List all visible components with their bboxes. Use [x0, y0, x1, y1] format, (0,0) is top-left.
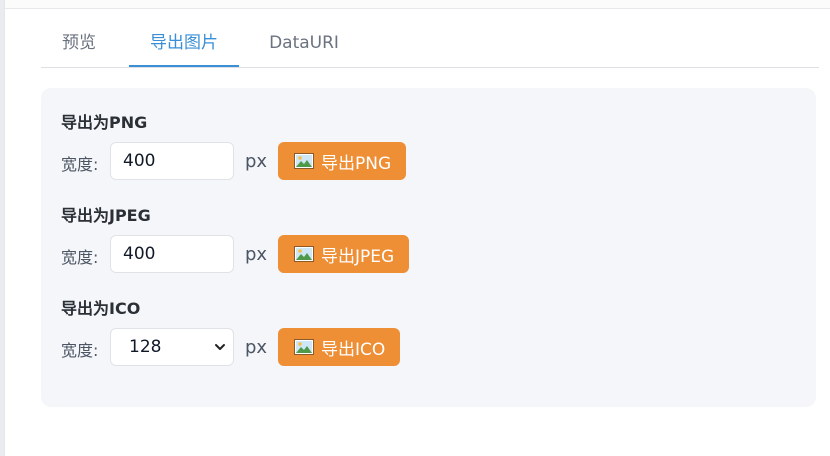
ico-size-value: 128 — [129, 337, 162, 357]
export-jpeg-button[interactable]: 导出JPEG — [278, 235, 410, 273]
chevron-down-icon — [215, 344, 225, 350]
tab-datauri[interactable]: DataURI — [255, 20, 353, 66]
jpeg-unit-label: px — [245, 244, 268, 265]
jpeg-section-title: 导出为JPEG — [61, 206, 151, 225]
jpeg-width-label: 宽度: — [61, 248, 99, 267]
card-top-edge — [5, 0, 830, 9]
jpeg-row: 宽度: px 导出JPEG — [61, 235, 461, 273]
ico-row: 宽度: 128 px 导出ICO — [61, 328, 461, 366]
picture-icon — [294, 246, 314, 262]
tab-bar: 预览 导出图片 DataURI — [41, 20, 819, 68]
export-jpeg-label: 导出JPEG — [321, 246, 395, 267]
png-width-input[interactable] — [110, 142, 234, 180]
export-png-label: 导出PNG — [321, 153, 392, 174]
png-section-title: 导出为PNG — [61, 113, 148, 132]
png-width-label: 宽度: — [61, 155, 99, 174]
ico-unit-label: px — [245, 337, 268, 358]
tab-export-image[interactable]: 导出图片 — [129, 20, 239, 67]
picture-icon — [294, 339, 314, 355]
png-row: 宽度: px 导出PNG — [61, 142, 461, 180]
ico-size-select[interactable]: 128 — [110, 328, 234, 366]
jpeg-width-input[interactable] — [110, 235, 234, 273]
tab-preview[interactable]: 预览 — [41, 20, 117, 66]
export-card: 预览 导出图片 DataURI 导出为PNG 宽度: px 导出PNG 导出为J… — [4, 0, 830, 456]
export-png-button[interactable]: 导出PNG — [278, 142, 407, 180]
ico-width-label: 宽度: — [61, 341, 99, 360]
picture-icon — [294, 153, 314, 169]
png-unit-label: px — [245, 151, 268, 172]
export-ico-button[interactable]: 导出ICO — [278, 328, 401, 366]
ico-section-title: 导出为ICO — [61, 299, 141, 318]
export-panel: 导出为PNG 宽度: px 导出PNG 导出为JPEG 宽度: px — [41, 88, 816, 407]
export-ico-label: 导出ICO — [321, 339, 386, 360]
